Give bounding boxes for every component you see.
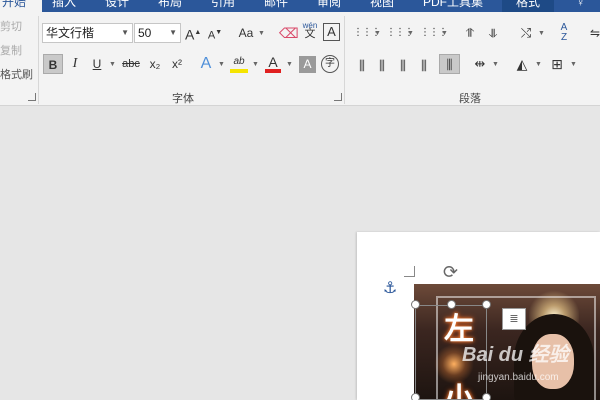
strikethrough-button[interactable]: abc [120, 54, 142, 74]
change-case-button[interactable]: Aa [236, 23, 256, 43]
font-size-combo[interactable]: 50 ▼ [134, 23, 181, 43]
bullets-icon[interactable]: ⋮⋮⋮ [353, 23, 381, 43]
sort-direction-icon[interactable]: ⤭ [516, 23, 536, 43]
font-name-value: 华文行楷 [46, 26, 95, 40]
character-border-button[interactable]: A [323, 23, 340, 41]
tab-references[interactable]: 引用 [211, 0, 235, 12]
increase-indent-icon[interactable]: ⥥ [485, 23, 501, 43]
decrease-indent-icon[interactable]: ⥣ [462, 23, 478, 43]
resize-handle[interactable] [411, 300, 420, 309]
superscript-button[interactable]: x² [168, 54, 186, 74]
resize-handle[interactable] [482, 393, 491, 400]
font-name-combo[interactable]: 华文行楷 ▼ [42, 23, 133, 43]
group-separator [344, 16, 345, 104]
font-color-button[interactable]: A [263, 52, 283, 73]
chevron-down-icon[interactable]: ▼ [286, 61, 293, 68]
chevron-down-icon[interactable]: ▼ [218, 61, 225, 68]
watermark-url: jingyan.baidu.com [478, 372, 559, 383]
resize-handle[interactable] [411, 393, 420, 400]
align-justify-icon[interactable]: ⫼ [417, 56, 431, 76]
highlight-button[interactable]: ab [228, 52, 250, 73]
underline-button[interactable]: U [89, 54, 105, 74]
phonetic-guide-button[interactable]: wén 文 [300, 21, 320, 41]
tab-mailings[interactable]: 邮件 [264, 0, 288, 12]
grow-font-button[interactable]: A▲ [185, 23, 201, 43]
font-color-swatch [265, 69, 281, 73]
italic-button[interactable]: I [67, 54, 83, 74]
chevron-down-icon[interactable]: ▼ [109, 61, 116, 68]
chevron-down-icon[interactable]: ▼ [538, 30, 545, 37]
group-separator [38, 16, 39, 104]
highlight-color-swatch [230, 69, 248, 73]
tab-design[interactable]: 设计 [105, 0, 129, 12]
layout-options-icon[interactable]: ≣ [502, 308, 526, 330]
resize-handle[interactable] [447, 300, 456, 309]
watermark-logo: Bai du 经验 [462, 344, 569, 366]
align-bottom-icon[interactable]: ⫼ [396, 56, 410, 76]
rotate-handle-icon[interactable]: ⟳ [443, 262, 458, 283]
show-marks-icon[interactable]: ⇋ [590, 23, 600, 43]
align-middle-icon[interactable]: ⫼ [375, 56, 389, 76]
chevron-down-icon[interactable]: ▼ [252, 61, 259, 68]
cut-button[interactable]: 剪切 [0, 18, 22, 34]
tab-layout[interactable]: 布局 [158, 0, 182, 12]
sort-az-icon[interactable]: AZ [557, 23, 571, 43]
chevron-down-icon[interactable]: ▼ [535, 61, 542, 68]
paragraph-group-label: 段落 [459, 93, 481, 105]
multilevel-list-icon[interactable]: ⋮⋮⋮ [420, 23, 448, 43]
bold-button[interactable]: B [43, 54, 63, 74]
chevron-down-icon[interactable]: ▼ [407, 30, 414, 37]
clear-formatting-icon[interactable]: ⌫ [279, 23, 299, 43]
tab-insert[interactable]: 插入 [52, 0, 76, 12]
chevron-down-icon[interactable]: ▼ [169, 24, 177, 42]
shading-bucket-icon[interactable]: ◭ [512, 54, 532, 74]
character-shading-button[interactable]: A [299, 56, 316, 73]
anchor-icon[interactable]: ⚓ [383, 278, 397, 298]
chevron-down-icon[interactable]: ▼ [121, 24, 129, 42]
tab-view[interactable]: 视图 [370, 0, 394, 12]
ribbon-tab-bar: 开始 插入 设计 布局 引用 邮件 审阅 视图 PDF工具集 格式 ♀ [0, 0, 600, 12]
line-spacing-icon[interactable]: ⇹ [471, 54, 489, 74]
clipboard-launcher-icon[interactable] [28, 93, 36, 101]
font-group-label: 字体 [172, 93, 194, 105]
distribute-text-icon[interactable]: ⫼ [439, 54, 460, 74]
tab-home[interactable]: 开始 [0, 0, 42, 12]
font-launcher-icon[interactable] [334, 93, 342, 101]
chevron-down-icon[interactable]: ▼ [492, 61, 499, 68]
tab-pdf-tools[interactable]: PDF工具集 [423, 0, 483, 12]
phonetic-char: 文 [304, 28, 316, 40]
chevron-down-icon[interactable]: ▼ [570, 61, 577, 68]
text-effects-button[interactable]: A [196, 54, 216, 74]
copy-button[interactable]: 复制 [0, 42, 22, 58]
enclose-characters-button[interactable]: 字 [321, 55, 339, 73]
chevron-down-icon[interactable]: ▼ [374, 30, 381, 37]
numbering-icon[interactable]: ⋮⋮⋮ [386, 23, 414, 43]
resize-handle[interactable] [482, 300, 491, 309]
shrink-font-button[interactable]: A▼ [207, 23, 223, 43]
tab-review[interactable]: 审阅 [317, 0, 341, 12]
align-top-icon[interactable]: ⫼ [355, 56, 369, 76]
lightbulb-icon[interactable]: ♀ [576, 0, 585, 12]
format-painter-button[interactable]: 格式刷 [0, 66, 33, 82]
borders-icon[interactable]: ⊞ [548, 54, 566, 74]
tab-format[interactable]: 格式 [502, 0, 554, 12]
subscript-button[interactable]: x₂ [146, 54, 164, 74]
font-size-value: 50 [138, 26, 152, 40]
margin-corner-mark [404, 266, 415, 277]
chevron-down-icon[interactable]: ▼ [258, 30, 265, 37]
chevron-down-icon[interactable]: ▼ [441, 30, 448, 37]
ribbon: 剪切 复制 格式刷 华文行楷 ▼ 50 ▼ A▲ A▼ Aa ▼ ⌫ wén 文… [0, 12, 600, 106]
